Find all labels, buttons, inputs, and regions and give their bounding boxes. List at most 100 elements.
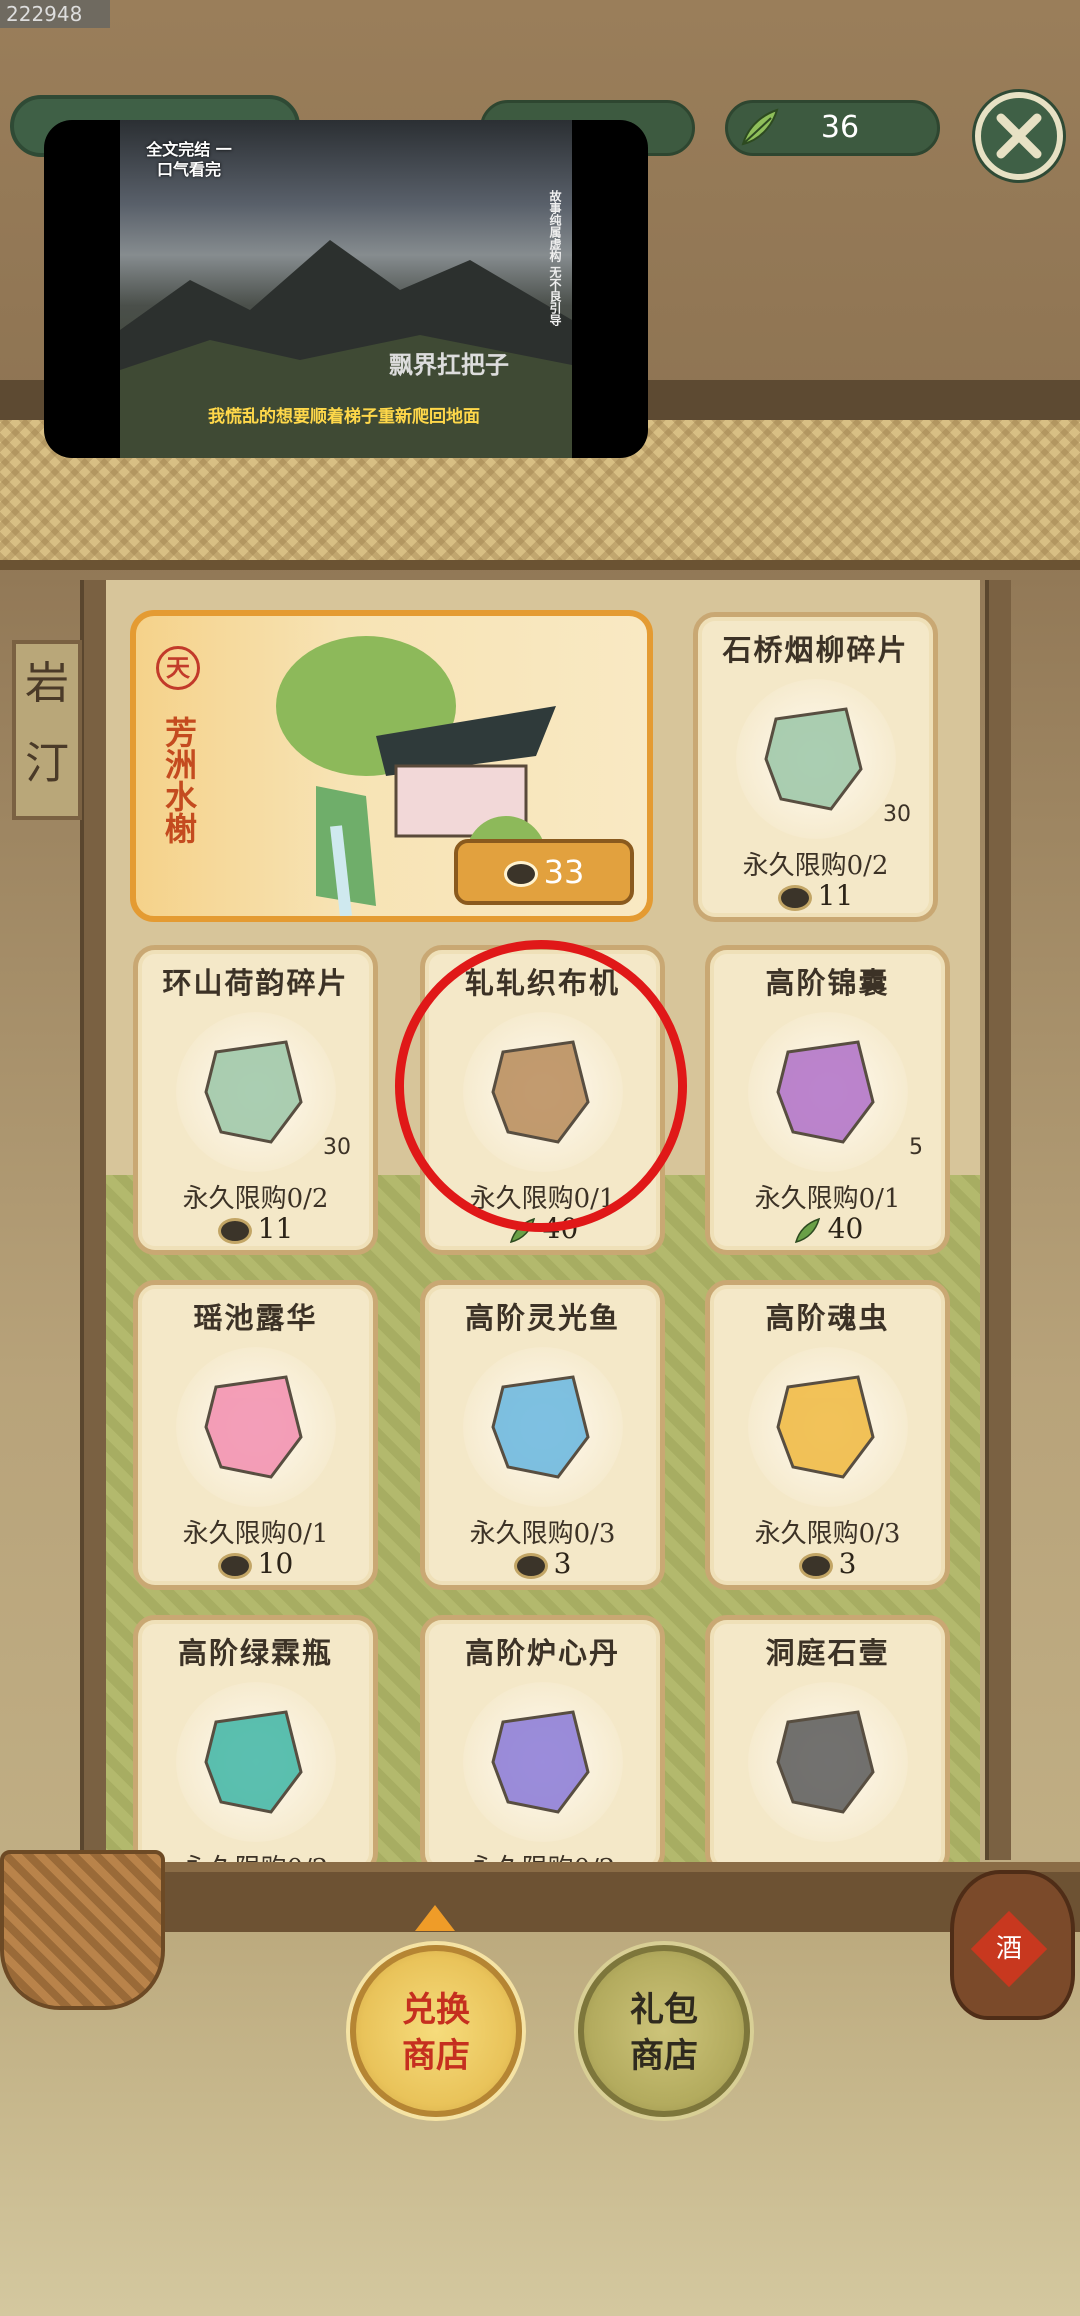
wine-label: 酒 [970, 1910, 1048, 1988]
item-image [462, 1682, 623, 1842]
item-image [175, 1682, 336, 1842]
video-top-text: 全文完结 一口气看完 [146, 140, 232, 179]
featured-price: 33 [543, 853, 585, 891]
item-art [203, 1375, 303, 1479]
item-quantity: 30 [883, 802, 911, 827]
featured-name: 芳洲水榭 [160, 716, 198, 844]
item-card[interactable]: 瑶池露华 永久限购0/1 10 [133, 1280, 378, 1590]
featured-badge: 天 [156, 646, 200, 690]
status-id: 222948 [0, 0, 110, 28]
item-quantity: 30 [323, 1135, 351, 1160]
coin-icon [503, 861, 538, 887]
item-price-value: 40 [542, 1212, 579, 1245]
featured-price-button[interactable]: 33 [454, 839, 634, 905]
video-overlay[interactable]: 全文完结 一口气看完 故事纯属虚构 无不良引导 飘界扛把子 我慌乱的想要顺着梯子… [44, 120, 648, 458]
item-image [747, 1012, 908, 1172]
item-card[interactable]: 高阶灵光鱼 永久限购0/3 3 [420, 1280, 665, 1590]
item-art [775, 1710, 875, 1814]
item-card[interactable]: 轧轧织布机 永久限购0/1 40 [420, 945, 665, 1255]
item-image [175, 1012, 336, 1172]
item-price: 10 [138, 1547, 373, 1580]
video-watermark: 飘界扛把子 [389, 351, 509, 379]
item-quantity: 5 [909, 1135, 923, 1160]
item-limit: 永久限购0/1 [469, 1184, 616, 1214]
item-title: 高阶绿霖瓶 [177, 1636, 333, 1670]
wine-jar: 酒 [950, 1870, 1075, 2020]
leaf-icon [509, 1217, 535, 1243]
side-sign: 岩汀 [12, 640, 82, 820]
item-card[interactable]: 高阶绿霖瓶 永久限购0/2 [133, 1615, 378, 1875]
item-card[interactable]: 石桥烟柳碎片 30 永久限购0/2 11 [693, 612, 938, 922]
item-image [462, 1012, 623, 1172]
side-sign-text: 岩汀 [25, 658, 69, 789]
leaf-count: 36 [820, 110, 860, 145]
item-price: 11 [138, 1212, 373, 1245]
item-price: 3 [710, 1547, 945, 1580]
item-limit: 永久限购0/2 [182, 1184, 329, 1214]
item-limit: 永久限购0/3 [469, 1519, 616, 1549]
item-card[interactable]: 高阶炉心丹 永久限购0/2 [420, 1615, 665, 1875]
item-limit: 永久限购0/1 [754, 1184, 901, 1214]
coin-icon [217, 1217, 252, 1244]
item-card[interactable]: 高阶锦囊 5 永久限购0/1 40 [705, 945, 950, 1255]
item-title: 洞庭石壹 [765, 1636, 890, 1670]
item-image [175, 1347, 336, 1507]
item-price-value: 11 [257, 1212, 294, 1245]
exchange-shop-label: 兑换商店 [402, 1990, 470, 2076]
item-limit: 永久限购0/3 [754, 1519, 901, 1549]
gift-shop-button[interactable]: 礼包商店 [578, 1945, 750, 2117]
item-image [747, 1347, 908, 1507]
item-price-value: 3 [553, 1547, 572, 1580]
leaf-icon [794, 1217, 820, 1243]
coin-icon [513, 1552, 548, 1579]
gift-shop-label: 礼包商店 [630, 1990, 698, 2076]
video-subtitle: 我慌乱的想要顺着梯子重新爬回地面 [208, 407, 480, 427]
item-title: 高阶灵光鱼 [464, 1301, 620, 1335]
item-card[interactable]: 环山荷韵碎片 30 永久限购0/2 11 [133, 945, 378, 1255]
leaf-icon [741, 108, 779, 146]
item-price-value: 3 [838, 1547, 857, 1580]
close-button[interactable] [975, 92, 1063, 180]
item-price: 40 [710, 1212, 945, 1246]
item-price-value: 10 [257, 1547, 294, 1580]
item-art [203, 1710, 303, 1814]
item-art [490, 1040, 590, 1144]
ground [0, 1932, 1080, 2316]
right-post [985, 580, 1011, 1860]
item-card[interactable]: 洞庭石壹 [705, 1615, 950, 1875]
close-icon [996, 113, 1042, 159]
item-image [735, 679, 896, 839]
item-image [462, 1347, 623, 1507]
selected-arrow-icon [415, 1905, 455, 1931]
coin-icon [217, 1552, 252, 1579]
item-image [747, 1682, 908, 1842]
item-price-value: 11 [817, 879, 854, 912]
item-art [490, 1375, 590, 1479]
item-limit: 永久限购0/1 [182, 1519, 329, 1549]
left-post [80, 580, 106, 1860]
item-title: 环山荷韵碎片 [162, 966, 349, 1000]
exchange-shop-button[interactable]: 兑换商店 [350, 1945, 522, 2117]
item-art [775, 1375, 875, 1479]
item-card[interactable]: 高阶魂虫 永久限购0/3 3 [705, 1280, 950, 1590]
item-title: 石桥烟柳碎片 [722, 633, 909, 667]
coin-icon [777, 884, 812, 911]
item-title: 高阶炉心丹 [464, 1636, 620, 1670]
coin-icon [798, 1552, 833, 1579]
item-title: 瑶池露华 [193, 1301, 318, 1335]
item-price: 40 [425, 1212, 660, 1246]
video-side-text: 故事纯属虚构 无不良引导 [548, 190, 562, 327]
item-price: 11 [698, 879, 933, 912]
item-price: 3 [425, 1547, 660, 1580]
item-title: 高阶魂虫 [765, 1301, 890, 1335]
item-title: 轧轧织布机 [464, 966, 620, 1000]
item-art [763, 707, 863, 811]
item-art [490, 1710, 590, 1814]
item-limit: 永久限购0/2 [742, 851, 889, 881]
item-price-value: 40 [827, 1212, 864, 1245]
item-title: 高阶锦囊 [765, 966, 890, 1000]
item-art [775, 1040, 875, 1144]
item-art [203, 1040, 303, 1144]
fruit-basket [0, 1850, 165, 2010]
featured-item-card[interactable]: 天 芳洲水榭 33 [130, 610, 653, 922]
